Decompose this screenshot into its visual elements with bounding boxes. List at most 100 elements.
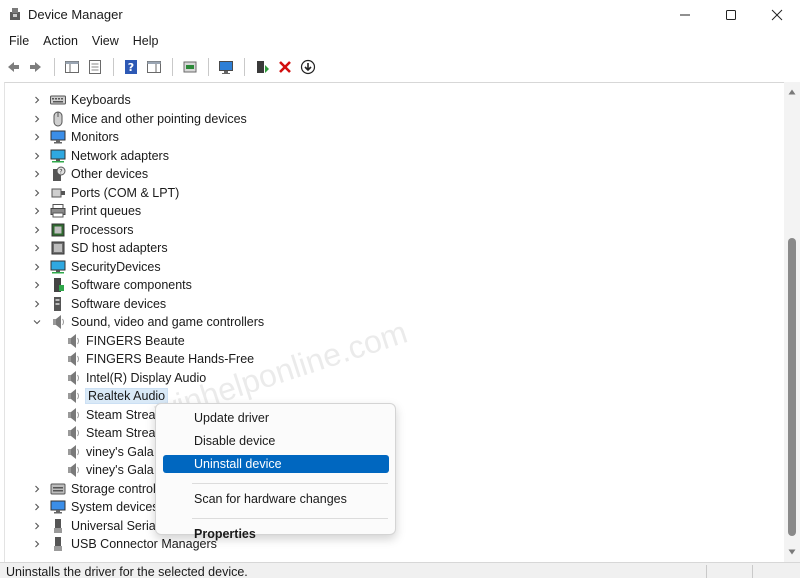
chevron-down-icon[interactable] — [32, 317, 42, 327]
minimize-button[interactable] — [662, 0, 708, 30]
chevron-right-icon[interactable] — [32, 188, 42, 198]
add-device-icon — [257, 61, 269, 73]
software-device-icon — [50, 296, 66, 312]
scroll-thumb[interactable] — [788, 238, 796, 536]
maximize-button[interactable] — [708, 0, 754, 30]
menu-help[interactable]: Help — [126, 30, 166, 52]
context-menu: Update driver Disable device Uninstall dev… — [155, 403, 396, 541]
properties-button[interactable] — [84, 56, 106, 78]
back-button[interactable] — [2, 56, 24, 78]
scroll-down-icon[interactable] — [788, 548, 796, 556]
action-pane-button[interactable] — [143, 56, 165, 78]
context-menu-update-driver[interactable]: Update driver — [163, 409, 389, 427]
chevron-right-icon[interactable] — [32, 206, 42, 216]
network-icon — [50, 148, 66, 164]
toolbar-separator — [54, 58, 55, 76]
chevron-right-icon[interactable] — [32, 502, 42, 512]
tree-item[interactable]: Software components — [5, 276, 784, 295]
speaker-icon — [65, 388, 81, 404]
properties-icon — [89, 60, 101, 74]
chevron-right-icon[interactable] — [32, 539, 42, 549]
title-bar: Device Manager — [0, 0, 800, 30]
toolbar-separator — [172, 58, 173, 76]
chevron-right-icon[interactable] — [32, 95, 42, 105]
tree-item[interactable]: Mice and other pointing devices — [5, 110, 784, 129]
toolbar-separator — [208, 58, 209, 76]
chevron-right-icon[interactable] — [32, 132, 42, 142]
status-text: Uninstalls the driver for the selected d… — [6, 565, 248, 578]
update-driver-icon — [183, 61, 197, 73]
vertical-scrollbar[interactable] — [784, 82, 800, 562]
forward-button[interactable] — [25, 56, 47, 78]
storage-icon — [50, 481, 66, 497]
chevron-right-icon[interactable] — [32, 243, 42, 253]
tree-item[interactable]: FINGERS Beaute Hands-Free — [5, 350, 784, 369]
menu-bar: File Action View Help — [0, 30, 800, 52]
tree-item[interactable]: USB Connector Managers — [5, 535, 784, 554]
chevron-right-icon[interactable] — [32, 169, 42, 179]
show-hide-console-tree-button[interactable] — [61, 56, 83, 78]
mouse-icon — [50, 111, 66, 127]
usb-icon — [50, 536, 66, 552]
tree-item-label: Other devices — [71, 167, 149, 182]
chevron-right-icon[interactable] — [32, 299, 42, 309]
tree-item-label: Print queues — [71, 204, 142, 219]
chevron-right-icon[interactable] — [32, 151, 42, 161]
enable-device-button[interactable] — [251, 56, 273, 78]
tree-item[interactable]: Software devices — [5, 295, 784, 314]
system-device-icon — [50, 499, 66, 515]
chevron-right-icon[interactable] — [32, 114, 42, 124]
tree-item-label: Software devices — [71, 296, 167, 311]
menu-action[interactable]: Action — [36, 30, 85, 52]
tree-item[interactable]: Processors — [5, 221, 784, 240]
tree-item[interactable]: Network adapters — [5, 147, 784, 166]
tree-item[interactable]: Intel(R) Display Audio — [5, 369, 784, 388]
tree-item-label: Software components — [71, 278, 192, 293]
context-menu-disable-device[interactable]: Disable device — [163, 432, 389, 450]
context-menu-uninstall-device[interactable]: Uninstall device — [163, 455, 389, 473]
tree-item[interactable]: Print queues — [5, 202, 784, 221]
context-menu-properties[interactable]: Properties — [163, 525, 389, 543]
help-button[interactable]: ? — [120, 56, 142, 78]
tree-item[interactable]: SD host adapters — [5, 239, 784, 258]
menu-file[interactable]: File — [2, 30, 36, 52]
tree-item-label: Realtek Audio — [84, 388, 169, 405]
tree-item[interactable]: Ports (COM & LPT) — [5, 184, 784, 203]
tree-item[interactable]: Sound, video and game controllers — [5, 313, 784, 332]
scan-hardware-button[interactable] — [215, 56, 237, 78]
speaker-icon — [65, 407, 81, 423]
chevron-right-icon[interactable] — [32, 280, 42, 290]
maximize-icon — [726, 10, 736, 20]
close-icon — [771, 9, 783, 21]
processor-icon — [50, 222, 66, 238]
tree-item[interactable]: Monitors — [5, 128, 784, 147]
tree-item-label: System devices — [71, 500, 159, 515]
tree-item-label: viney's Gala — [86, 444, 154, 459]
context-menu-scan-for-hardware-changes[interactable]: Scan for hardware changes — [163, 490, 389, 508]
close-button[interactable] — [754, 0, 800, 30]
tree-item-label: Steam Strea — [86, 407, 156, 422]
monitor-scan-icon — [219, 61, 233, 74]
toolbar: ? — [0, 54, 800, 80]
tree-item[interactable]: ? Other devices — [5, 165, 784, 184]
chevron-right-icon[interactable] — [32, 225, 42, 235]
chevron-right-icon[interactable] — [32, 521, 42, 531]
toolbar-separator — [244, 58, 245, 76]
tree-item[interactable]: FINGERS Beaute — [5, 332, 784, 351]
update-driver-button[interactable] — [179, 56, 201, 78]
menu-view[interactable]: View — [85, 30, 126, 52]
scroll-up-icon[interactable] — [788, 88, 796, 96]
tree-item[interactable]: Realtek Audio — [5, 387, 784, 406]
arrow-left-icon — [8, 62, 19, 72]
tree-item-label: Processors — [71, 222, 134, 237]
arrow-right-icon — [30, 62, 41, 72]
status-divider — [752, 565, 753, 578]
tree-item[interactable]: SecurityDevices — [5, 258, 784, 277]
disable-device-button[interactable] — [297, 56, 319, 78]
tree-item[interactable]: Keyboards — [5, 91, 784, 110]
chevron-right-icon[interactable] — [32, 262, 42, 272]
tree-item-label: Ports (COM & LPT) — [71, 185, 180, 200]
uninstall-device-button[interactable] — [274, 56, 296, 78]
tree-item-label: Mice and other pointing devices — [71, 111, 247, 126]
chevron-right-icon[interactable] — [32, 484, 42, 494]
